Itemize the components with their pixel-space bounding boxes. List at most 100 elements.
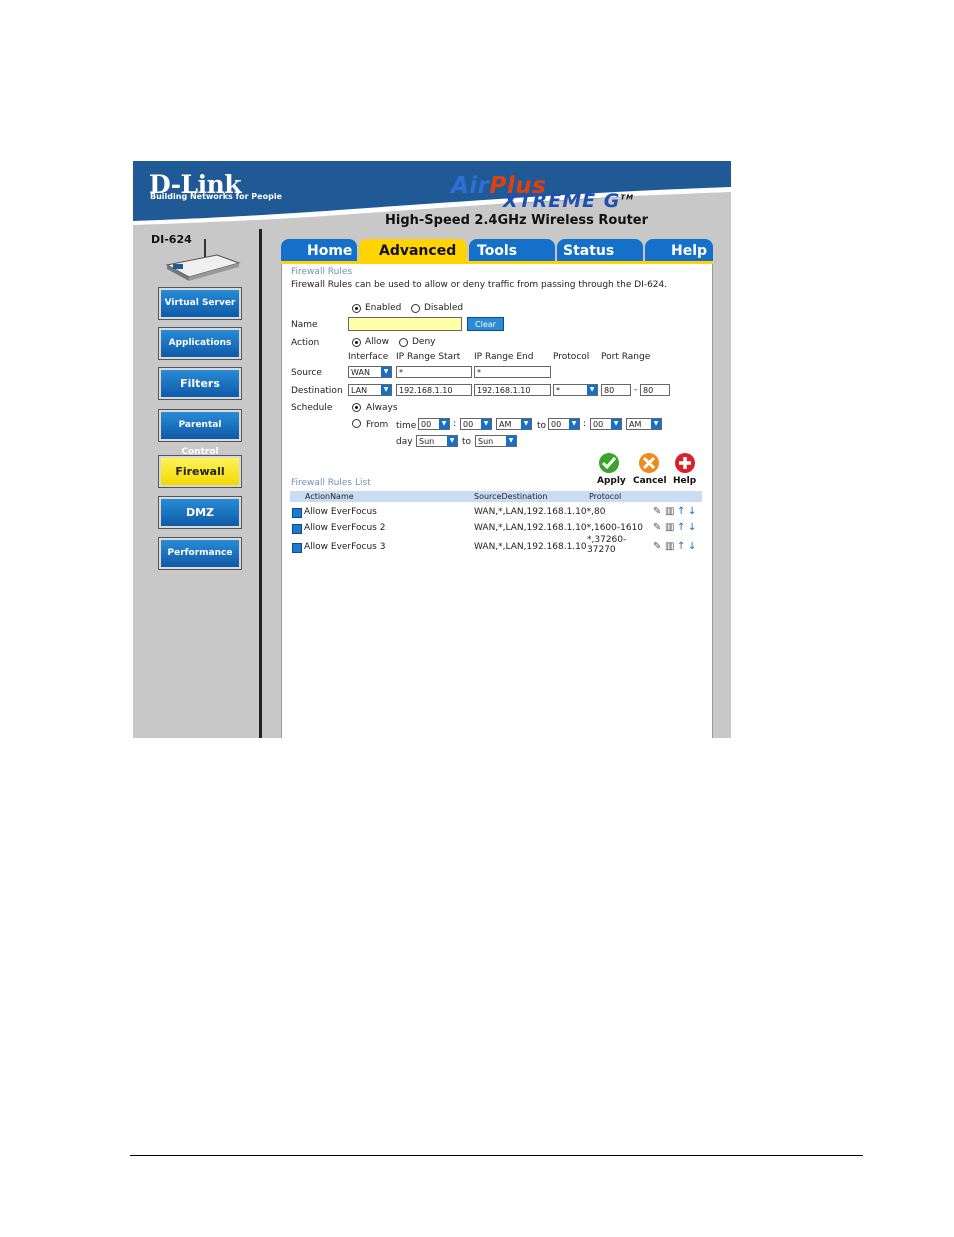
source-interface-value: WAN: [351, 368, 370, 377]
time-to-label: to: [537, 421, 547, 431]
col-action-name: ActionName: [305, 492, 354, 501]
to-hour-value: 00: [551, 420, 562, 429]
day-to-label: to: [462, 437, 472, 447]
rule-name: Allow EverFocus 3: [304, 542, 386, 552]
arrow-down-icon[interactable]: ↓: [688, 507, 696, 517]
sidebar-divider: [259, 229, 262, 738]
trash-icon[interactable]: ▥: [665, 542, 674, 552]
arrow-up-icon[interactable]: ↑: [677, 523, 685, 533]
product-trademark: TM: [620, 193, 635, 202]
brand-tagline: Building Networks for People: [150, 192, 282, 201]
source-ip-end-input[interactable]: *: [474, 366, 551, 378]
edit-icon[interactable]: ✎: [653, 507, 661, 517]
sidebar-item-filters[interactable]: Filters: [158, 367, 242, 400]
col-protocol: Protocol: [553, 352, 590, 362]
destination-label: Destination: [291, 386, 343, 396]
dest-interface-select[interactable]: LAN ▼: [348, 384, 392, 396]
sidebar-item-performance[interactable]: Performance: [158, 537, 242, 570]
deny-radio[interactable]: [399, 338, 408, 347]
rule-checkbox[interactable]: [292, 508, 302, 518]
apply-icon[interactable]: [598, 452, 620, 474]
col-protocol-list: Protocol: [589, 492, 622, 501]
apply-button[interactable]: Apply: [597, 476, 626, 486]
product-xtreme-text: XTREME G: [503, 190, 621, 212]
dest-ip-start-input[interactable]: 192.168.1.10: [396, 384, 472, 396]
chevron-down-icon: ▼: [506, 436, 516, 446]
always-radio[interactable]: [352, 403, 361, 412]
sidebar-item-firewall[interactable]: Firewall: [158, 455, 242, 488]
chevron-down-icon: ▼: [611, 419, 621, 429]
trash-icon[interactable]: ▥: [665, 523, 674, 533]
from-radio[interactable]: [352, 419, 361, 428]
rule-src-dest: WAN,*,LAN,192.168.1.10*,80: [474, 507, 605, 517]
disabled-radio[interactable]: [411, 304, 420, 313]
col-ip-range-start: IP Range Start: [396, 352, 461, 362]
help-icon[interactable]: [674, 452, 696, 474]
dest-port-end-input[interactable]: 80: [640, 384, 670, 396]
dest-port-start-input[interactable]: 80: [601, 384, 631, 396]
chevron-down-icon: ▼: [521, 419, 531, 429]
arrow-up-icon[interactable]: ↑: [677, 507, 685, 517]
from-minute-select[interactable]: 00 ▼: [460, 418, 492, 430]
disabled-label: Disabled: [424, 303, 464, 313]
section-description: Firewall Rules can be used to allow or d…: [291, 280, 668, 290]
deny-label: Deny: [412, 337, 436, 347]
arrow-down-icon[interactable]: ↓: [688, 542, 696, 552]
tab-home[interactable]: Home: [281, 239, 357, 262]
sidebar-item-applications[interactable]: Applications: [158, 327, 242, 360]
to-minute-value: 00: [593, 420, 604, 429]
clear-button[interactable]: Clear: [467, 317, 504, 331]
allow-radio[interactable]: [352, 338, 361, 347]
from-hour-select[interactable]: 00 ▼: [418, 418, 450, 430]
col-destination: Destination: [501, 492, 548, 501]
dest-protocol-select[interactable]: * ▼: [553, 384, 598, 396]
trash-icon[interactable]: ▥: [665, 507, 674, 517]
source-interface-select[interactable]: WAN ▼: [348, 366, 392, 378]
time-colon: :: [453, 419, 457, 429]
to-day-select[interactable]: Sun ▼: [475, 435, 517, 447]
sidebar-item-virtual-server[interactable]: Virtual Server: [158, 287, 242, 320]
rules-list-heading: Firewall Rules List: [291, 478, 371, 488]
name-input[interactable]: [348, 317, 462, 331]
to-day-value: Sun: [478, 437, 494, 446]
help-button[interactable]: Help: [673, 476, 696, 486]
allow-label: Allow: [365, 337, 390, 347]
to-ampm-value: AM: [629, 420, 642, 429]
product-air: Air: [451, 173, 490, 199]
tab-advanced[interactable]: Advanced: [359, 239, 467, 262]
arrow-up-icon[interactable]: ↑: [677, 542, 685, 552]
name-label: Name: [291, 320, 318, 330]
rule-checkbox[interactable]: [292, 543, 302, 553]
rule-checkbox[interactable]: [292, 524, 302, 534]
day-label: day: [396, 437, 413, 447]
tab-help[interactable]: Help: [645, 239, 713, 262]
port-range-separator: -: [634, 385, 638, 395]
footer-rule: [130, 1155, 863, 1156]
edit-icon[interactable]: ✎: [653, 542, 661, 552]
edit-icon[interactable]: ✎: [653, 523, 661, 533]
col-action: Action: [305, 492, 331, 501]
to-ampm-select[interactable]: AM ▼: [626, 418, 662, 430]
cancel-icon[interactable]: [638, 452, 660, 474]
source-ip-start-input[interactable]: *: [396, 366, 472, 378]
action-label: Action: [291, 338, 320, 348]
from-label: From: [366, 420, 389, 430]
to-hour-select[interactable]: 00 ▼: [548, 418, 580, 430]
cancel-button[interactable]: Cancel: [633, 476, 667, 486]
col-interface: Interface: [348, 352, 389, 362]
enabled-radio[interactable]: [352, 304, 361, 313]
arrow-down-icon[interactable]: ↓: [688, 523, 696, 533]
from-day-select[interactable]: Sun ▼: [416, 435, 458, 447]
tab-tools[interactable]: Tools: [469, 239, 555, 262]
router-icon: [165, 239, 241, 281]
sidebar-item-parental-control[interactable]: Parental Control: [158, 409, 242, 457]
chevron-down-icon: ▼: [569, 419, 579, 429]
chevron-down-icon: ▼: [381, 385, 391, 395]
from-minute-value: 00: [463, 420, 474, 429]
sidebar-item-dmz[interactable]: DMZ: [158, 496, 242, 529]
tab-status[interactable]: Status: [557, 239, 643, 262]
to-minute-select[interactable]: 00 ▼: [590, 418, 622, 430]
from-ampm-select[interactable]: AM ▼: [496, 418, 532, 430]
dest-ip-end-input[interactable]: 192.168.1.10: [474, 384, 551, 396]
rule-src-dest-value: WAN,*,LAN,192.168.1.10: [474, 523, 587, 533]
